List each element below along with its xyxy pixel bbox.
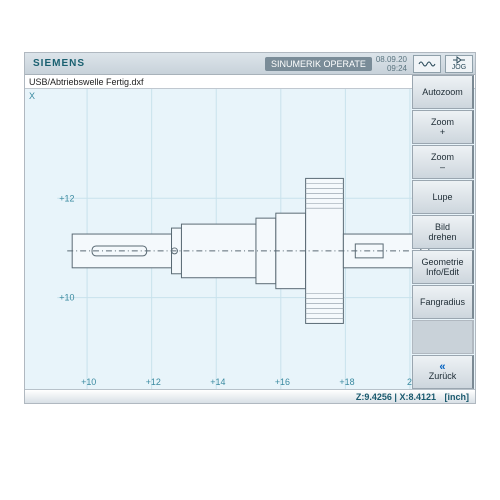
ytick-1: +10: [59, 293, 74, 303]
geometrie-button[interactable]: Geometrie Info/Edit: [412, 250, 474, 284]
xtick-3: +16: [275, 377, 290, 387]
zoom-in-button[interactable]: Zoom +: [412, 110, 474, 144]
jog-label: JOG: [452, 64, 466, 71]
xtick-0: +10: [81, 377, 96, 387]
time-text: 09:24: [376, 64, 407, 73]
softkey-empty: [412, 320, 474, 354]
lupe-button[interactable]: Lupe: [412, 180, 474, 214]
product-name: SINUMERIK OPERATE: [265, 57, 372, 71]
app-window: SIEMENS SINUMERIK OPERATE 08.09.20 09:24…: [24, 52, 476, 404]
brand-logo: SIEMENS: [25, 58, 93, 69]
clock: 08.09.20 09:24: [376, 55, 411, 73]
cad-viewport[interactable]: X +12 +10 +10 +12 +14 +16 +18 2: [25, 89, 475, 389]
bild-drehen-button[interactable]: Bild drehen: [412, 215, 474, 249]
fangradius-button[interactable]: Fangradius: [412, 285, 474, 319]
xtick-1: +12: [146, 377, 161, 387]
ytick-0: +12: [59, 193, 74, 203]
softkey-bar: Autozoom Zoom + Zoom – Lupe Bild drehen …: [412, 75, 474, 403]
file-path: USB/Abtriebswelle Fertig.dxf: [29, 77, 144, 87]
file-path-bar: USB/Abtriebswelle Fertig.dxf: [25, 75, 475, 89]
date-text: 08.09.20: [376, 55, 407, 64]
drawing-canvas: +12 +10 +10 +12 +14 +16 +18 2: [25, 89, 475, 389]
title-bar: SIEMENS SINUMERIK OPERATE 08.09.20 09:24…: [25, 53, 475, 75]
wave-icon[interactable]: [413, 55, 441, 73]
z-value: 9.4256: [364, 392, 392, 402]
zoom-out-button[interactable]: Zoom –: [412, 145, 474, 179]
back-icon: «: [439, 363, 445, 371]
status-bar: Z:9.4256 | X:8.4121 [inch]: [25, 389, 475, 403]
xtick-2: +14: [210, 377, 225, 387]
autozoom-button[interactable]: Autozoom: [412, 75, 474, 109]
jog-mode-chip[interactable]: JOG: [445, 55, 473, 73]
shaft-drawing: [67, 178, 433, 323]
back-button[interactable]: « Zurück: [412, 355, 474, 389]
xtick-4: +18: [339, 377, 354, 387]
